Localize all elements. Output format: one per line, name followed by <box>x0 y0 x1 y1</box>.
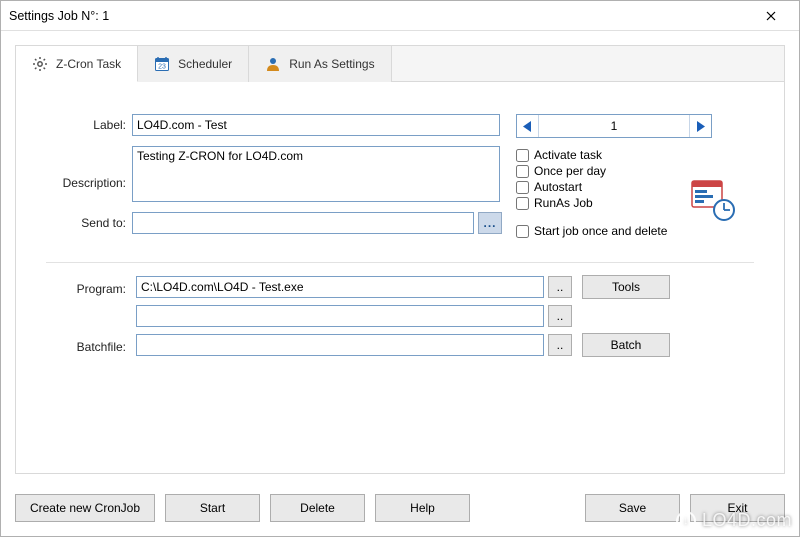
tablist: Z-Cron Task 23 Scheduler Run As Settings <box>16 46 784 82</box>
job-number-spinner: 1 <box>516 114 712 138</box>
create-cronjob-button[interactable]: Create new CronJob <box>15 494 155 522</box>
label-description: Description: <box>46 158 132 190</box>
window-title: Settings Job N°: 1 <box>9 9 751 23</box>
tab-zcron-task-label: Z-Cron Task <box>56 57 121 71</box>
checkbox-autostart[interactable] <box>516 181 529 194</box>
triangle-right-icon <box>696 121 705 132</box>
close-icon <box>766 11 776 21</box>
program-args-input[interactable] <box>136 305 544 327</box>
sendto-browse-button[interactable]: ... <box>478 212 502 234</box>
program-args-browse-button[interactable]: .. <box>548 305 572 327</box>
right-column: 1 Activate task Once per day Autostart R… <box>516 114 736 238</box>
spinner-prev-button[interactable] <box>517 115 539 137</box>
tab-zcron-task[interactable]: Z-Cron Task <box>16 46 138 82</box>
label-batchfile: Batchfile: <box>46 336 132 354</box>
label-program: Program: <box>46 278 132 296</box>
check-once-per-day[interactable]: Once per day <box>516 164 736 178</box>
separator <box>46 262 754 263</box>
svg-text:23: 23 <box>158 64 166 71</box>
checkbox-runasjob[interactable] <box>516 197 529 210</box>
batchfile-input[interactable] <box>136 334 544 356</box>
label-label: Label: <box>46 114 132 132</box>
checkbox-activate[interactable] <box>516 149 529 162</box>
schedule-clock-icon <box>690 178 736 225</box>
label-program2 <box>46 314 132 318</box>
help-button[interactable]: Help <box>375 494 470 522</box>
label-sendto: Send to: <box>46 212 132 230</box>
start-button[interactable]: Start <box>165 494 260 522</box>
batch-button[interactable]: Batch <box>582 333 670 357</box>
description-textarea[interactable]: Testing Z-CRON for LO4D.com <box>132 146 500 202</box>
batchfile-browse-button[interactable]: .. <box>548 334 572 356</box>
tabs-container: Z-Cron Task 23 Scheduler Run As Settings <box>15 45 785 474</box>
tab-runas-label: Run As Settings <box>289 57 374 71</box>
tab-pane-task: Label: Description: Testing Z-CRON for L… <box>16 82 784 473</box>
exit-button[interactable]: Exit <box>690 494 785 522</box>
spinner-value: 1 <box>539 119 689 133</box>
tools-button[interactable]: Tools <box>582 275 670 299</box>
checkbox-startonce[interactable] <box>516 225 529 238</box>
user-icon <box>265 56 281 72</box>
program-browse-button[interactable]: .. <box>548 276 572 298</box>
check-start-once-delete[interactable]: Start job once and delete <box>516 224 736 238</box>
checkbox-onceperday[interactable] <box>516 165 529 178</box>
sendto-input[interactable] <box>132 212 474 234</box>
spinner-next-button[interactable] <box>689 115 711 137</box>
triangle-left-icon <box>523 121 532 132</box>
tab-runas-settings[interactable]: Run As Settings <box>249 46 391 82</box>
check-activate-task[interactable]: Activate task <box>516 148 736 162</box>
close-button[interactable] <box>751 2 791 30</box>
gear-icon <box>32 56 48 72</box>
label-input[interactable] <box>132 114 500 136</box>
tab-scheduler[interactable]: 23 Scheduler <box>138 46 249 82</box>
settings-window: Settings Job N°: 1 Z-Cron Task 23 Schedu… <box>0 0 800 537</box>
calendar-icon: 23 <box>154 56 170 72</box>
bottom-button-bar: Create new CronJob Start Delete Help Sav… <box>1 484 799 536</box>
content-area: Z-Cron Task 23 Scheduler Run As Settings <box>1 31 799 484</box>
tab-scheduler-label: Scheduler <box>178 57 232 71</box>
titlebar: Settings Job N°: 1 <box>1 1 799 31</box>
program-input[interactable] <box>136 276 544 298</box>
save-button[interactable]: Save <box>585 494 680 522</box>
delete-button[interactable]: Delete <box>270 494 365 522</box>
